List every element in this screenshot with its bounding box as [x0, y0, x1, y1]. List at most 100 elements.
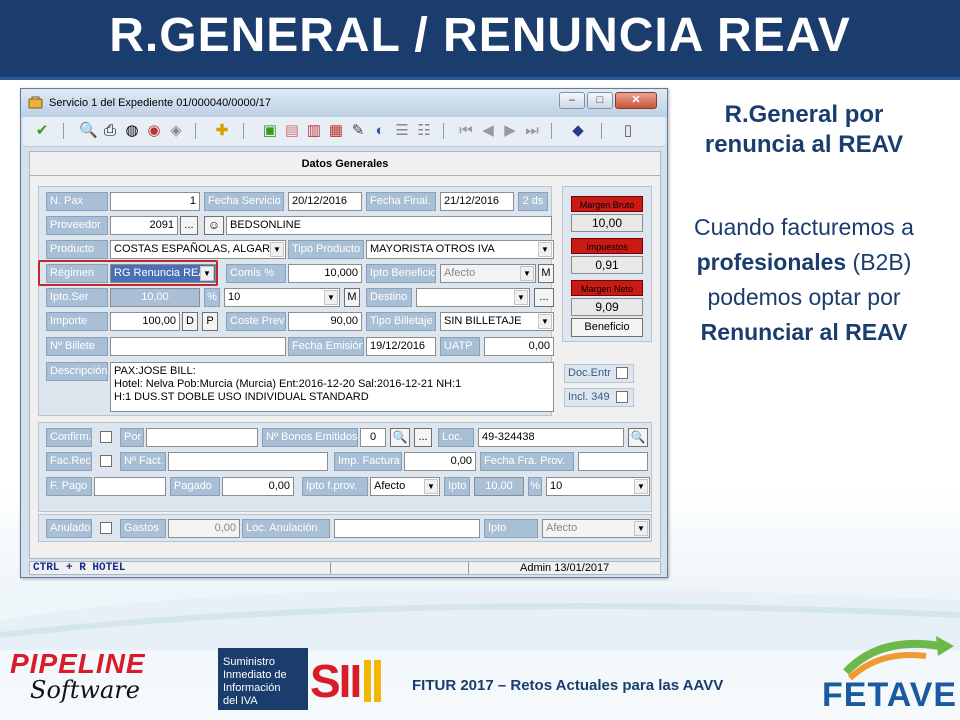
fecha-fra-field[interactable] — [578, 452, 648, 471]
pagado-label: Pagado — [170, 477, 220, 496]
npax-field[interactable]: 1 — [110, 192, 200, 211]
bonos-field[interactable]: 0 — [360, 428, 386, 447]
minimize-button[interactable]: ‒ — [559, 92, 585, 109]
next-record-icon[interactable]: ▶ — [501, 122, 519, 140]
por-field[interactable] — [146, 428, 258, 447]
dropdown-arrow-icon[interactable]: ▼ — [634, 521, 648, 536]
doc-delete-icon[interactable]: ▦ — [327, 122, 345, 140]
tipo-billetaje-select[interactable]: SIN BILLETAJE ▼ — [440, 312, 554, 331]
tipo-producto-label: Tipo Producto — [288, 240, 364, 259]
ipto-fprov-select[interactable]: Afecto ▼ — [370, 477, 440, 496]
toolbar-separator — [243, 123, 244, 139]
ipto-ser-field[interactable]: 10,00 — [110, 288, 200, 307]
fetave-logo-text: FETAVE — [822, 676, 958, 714]
bonos-more-button[interactable]: ... — [414, 428, 432, 447]
nfact-field[interactable] — [168, 452, 328, 471]
bonos-search-icon[interactable]: 🔍 — [390, 428, 410, 447]
globe-icon[interactable]: ◍ — [123, 122, 141, 140]
footer-caption: FITUR 2017 – Retos Actuales para las AAV… — [412, 677, 724, 694]
list-icon[interactable]: ☰ — [393, 122, 411, 140]
ipto2-select[interactable]: Afecto ▼ — [542, 519, 650, 538]
impuestos-value: 0,91 — [571, 256, 643, 274]
destino-search-button[interactable]: ... — [534, 288, 554, 307]
notes-icon[interactable]: ☷ — [415, 122, 433, 140]
nfact-label: Nº Fact. — [120, 452, 166, 471]
print-icon[interactable]: ⎙ — [101, 122, 119, 140]
gastos-label: Gastos — [120, 519, 166, 538]
ipto-beneficio-select[interactable]: Afecto ▼ — [440, 264, 536, 283]
producto-select[interactable]: COSTAS ESPAÑOLAS, ALGARV ▼ — [110, 240, 286, 259]
pencil-icon[interactable]: ✎ — [349, 122, 367, 140]
last-record-icon[interactable]: ⏭ — [523, 122, 541, 140]
first-record-icon[interactable]: ⏮ — [457, 122, 475, 140]
descripcion-textarea[interactable]: PAX:JOSE BILL: Hotel: Nelva Pob:Murcia (… — [110, 362, 554, 412]
confirm-label: Confirm. — [46, 428, 92, 447]
uatp-field[interactable]: 0,00 — [484, 337, 554, 356]
ipto-ser-pct-select[interactable]: 10 ▼ — [224, 288, 340, 307]
ipto-pct-select[interactable]: 10 ▼ — [546, 477, 650, 496]
dropdown-arrow-icon[interactable]: ▼ — [520, 266, 534, 281]
iv-icon[interactable]: ▥ — [305, 122, 323, 140]
fpago-field[interactable] — [94, 477, 166, 496]
ipto-fprov-label: Ipto f.prov. — [302, 477, 368, 496]
confirm-checkbox[interactable] — [100, 431, 112, 443]
close-button[interactable]: ✕ — [615, 92, 657, 109]
m-button[interactable]: M — [538, 264, 554, 283]
toolbar-separator — [551, 123, 552, 139]
incl349-checkbox[interactable] — [616, 391, 628, 403]
destino-label: Destino — [366, 288, 412, 307]
book-icon[interactable]: ◆ — [569, 122, 587, 140]
sr-icon[interactable]: ◉ — [145, 122, 163, 140]
add-icon[interactable]: ✚ — [213, 122, 231, 140]
anulado-checkbox[interactable] — [100, 522, 112, 534]
box-icon[interactable]: ◈ — [167, 122, 185, 140]
pagado-field[interactable]: 0,00 — [222, 477, 294, 496]
proveedor-search-button[interactable]: ... — [180, 216, 198, 235]
maximize-button[interactable]: □ — [587, 92, 613, 109]
fecha-final-field[interactable]: 21/12/2016 — [440, 192, 514, 211]
window-titlebar[interactable]: Servicio 1 del Expediente 01/000040/0000… — [21, 89, 667, 117]
dropdown-arrow-icon[interactable]: ▼ — [424, 479, 438, 494]
margen-neto-value: 9,09 — [571, 298, 643, 316]
dropdown-arrow-icon[interactable]: ▼ — [634, 479, 648, 494]
proveedor-name-field[interactable]: BEDSONLINE — [226, 216, 552, 235]
dropdown-arrow-icon[interactable]: ▼ — [514, 290, 528, 305]
prev-record-icon[interactable]: ◀ — [479, 122, 497, 140]
loc-anulacion-field[interactable] — [334, 519, 480, 538]
ipto2-label: Ipto — [484, 519, 538, 538]
coste-prev-field[interactable]: 90,00 — [288, 312, 362, 331]
ipto-field[interactable]: 10,00 — [474, 477, 524, 496]
d-button[interactable]: D — [182, 312, 198, 331]
comis-field[interactable]: 10,000 — [288, 264, 362, 283]
dropdown-arrow-icon[interactable]: ▼ — [270, 242, 284, 257]
billete-field[interactable] — [110, 337, 286, 356]
m-button-2[interactable]: M — [344, 288, 360, 307]
exit-door-icon[interactable]: ▯ — [619, 122, 637, 140]
status-bar: CTRL + R HOTEL Admin 13/01/2017 — [29, 561, 661, 575]
loc-field[interactable]: 49-324438 — [478, 428, 624, 447]
toggle-icon[interactable]: ◐ — [371, 122, 389, 140]
doc-entr-checkbox[interactable] — [616, 367, 628, 379]
accept-check-icon[interactable]: ✔ — [33, 122, 51, 140]
tipo-producto-select[interactable]: MAYORISTA OTROS IVA ▼ — [366, 240, 554, 259]
dropdown-arrow-icon[interactable]: ▼ — [538, 242, 552, 257]
proveedor-code-field[interactable]: 2091 — [110, 216, 178, 235]
p-button[interactable]: P — [202, 312, 218, 331]
dropdown-arrow-icon[interactable]: ▼ — [538, 314, 552, 329]
sii-text-line: del IVA — [223, 695, 258, 707]
sii-text-line: Información — [223, 682, 281, 694]
fecha-servicio-field[interactable]: 20/12/2016 — [288, 192, 362, 211]
doc-edit-icon[interactable]: ▤ — [283, 122, 301, 140]
gastos-field[interactable]: 0,00 — [168, 519, 240, 538]
destino-select[interactable]: ▼ — [416, 288, 530, 307]
loc-search-icon[interactable]: 🔍 — [628, 428, 648, 447]
dropdown-arrow-icon[interactable]: ▼ — [324, 290, 338, 305]
proveedor-contact-icon[interactable]: ☺ — [204, 216, 224, 235]
search-icon[interactable]: 🔍 — [79, 122, 98, 140]
beneficio-button[interactable]: Beneficio — [571, 318, 643, 337]
new-doc-icon[interactable]: ▣ — [261, 122, 279, 140]
importe-field[interactable]: 100,00 — [110, 312, 180, 331]
fecha-emision-field[interactable]: 19/12/2016 — [366, 337, 436, 356]
imp-factura-field[interactable]: 0,00 — [404, 452, 476, 471]
facrec-checkbox[interactable] — [100, 455, 112, 467]
